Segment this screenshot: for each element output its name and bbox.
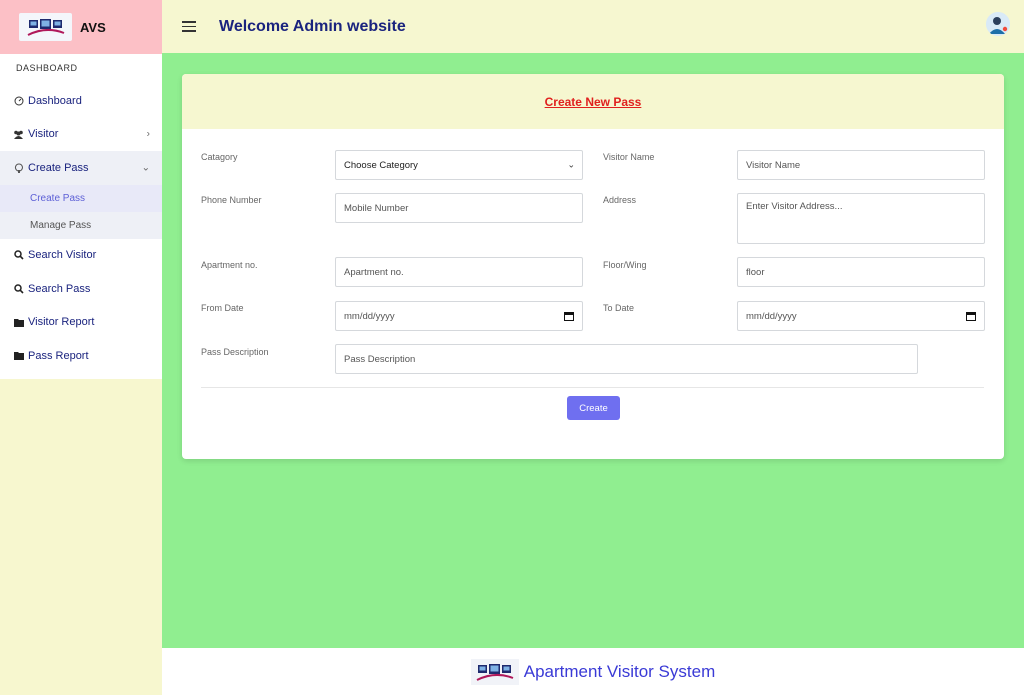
category-label: Catagory [201, 152, 238, 162]
sidebar-item-visitor[interactable]: Visitor › [0, 118, 162, 152]
brand-logo-icon [19, 13, 72, 41]
card-header: Create New Pass [182, 74, 1004, 129]
chevron-down-icon: ⌄ [141, 162, 150, 174]
to-date-input[interactable]: mm/dd/yyyy [737, 301, 985, 331]
sidebar-item-label: Search Visitor [28, 249, 97, 262]
floor-label: Floor/Wing [603, 260, 647, 270]
footer: Apartment Visitor System [162, 648, 1024, 695]
divider [201, 387, 984, 388]
apartment-label: Apartment no. [201, 260, 258, 270]
pass-icon [13, 162, 24, 173]
calendar-icon[interactable] [966, 311, 976, 321]
from-date-input[interactable]: mm/dd/yyyy [335, 301, 583, 331]
chevron-right-icon: › [146, 128, 150, 140]
phone-input[interactable]: Mobile Number [335, 193, 583, 223]
page-title: Welcome Admin website [219, 17, 406, 35]
top-header: Welcome Admin website [162, 0, 1024, 53]
sidebar-item-label: Visitor [28, 128, 59, 141]
from-date-placeholder: mm/dd/yyyy [344, 310, 395, 322]
sidebar-item-search-pass[interactable]: Search Pass [0, 272, 162, 306]
brand[interactable]: AVS [0, 0, 162, 54]
sidebar-item-create-pass[interactable]: Create Pass ⌄ [0, 151, 162, 185]
from-date-label: From Date [201, 303, 244, 313]
avatar[interactable] [986, 12, 1010, 36]
sidebar-item-label: Create Pass [28, 161, 89, 174]
apartment-placeholder: Apartment no. [344, 266, 404, 278]
sidebar-item-visitor-report[interactable]: Visitor Report [0, 306, 162, 340]
category-select[interactable]: Choose Category ⌄ [335, 150, 583, 180]
sidebar-item-pass-report[interactable]: Pass Report [0, 339, 162, 373]
create-button[interactable]: Create [567, 396, 620, 420]
address-placeholder: Enter Visitor Address... [746, 201, 843, 212]
sidebar-item-label: Visitor Report [28, 316, 95, 329]
create-pass-card: Create New Pass Catagory Choose Category… [182, 74, 1004, 459]
footer-title: Apartment Visitor System [523, 661, 716, 681]
form-title: Create New Pass [544, 94, 642, 109]
side-menu: DASHBOARD Dashboard Visitor › Create Pas… [0, 54, 162, 379]
sidebar: AVS DASHBOARD Dashboard Visitor › Create… [0, 0, 162, 695]
main-content: Create New Pass Catagory Choose Category… [162, 53, 1024, 648]
phone-placeholder: Mobile Number [344, 202, 409, 214]
sidebar-item-label: Pass Report [28, 349, 89, 362]
subitem-create-pass[interactable]: Create Pass [0, 184, 162, 212]
description-placeholder: Pass Description [344, 353, 416, 365]
description-input[interactable]: Pass Description [335, 344, 918, 374]
visitor-name-placeholder: Visitor Name [746, 159, 801, 171]
address-textarea[interactable]: Enter Visitor Address... [737, 193, 985, 244]
submenu: Create Pass Manage Pass [0, 184, 162, 239]
visitor-name-label: Visitor Name [603, 152, 655, 162]
category-value: Choose Category [344, 159, 418, 171]
chevron-down-icon: ⌄ [567, 159, 575, 170]
hamburger-menu-icon[interactable] [182, 21, 196, 32]
search-icon [13, 250, 24, 261]
floor-input[interactable]: floor [737, 257, 985, 287]
users-icon [13, 129, 24, 140]
apartment-input[interactable]: Apartment no. [335, 257, 583, 287]
sidebar-heading: DASHBOARD [16, 63, 78, 73]
sidebar-item-label: Dashboard [28, 94, 82, 107]
folder-icon [13, 350, 24, 361]
address-label: Address [603, 195, 637, 205]
to-date-label: To Date [603, 303, 635, 313]
sidebar-item-search-visitor[interactable]: Search Visitor [0, 239, 162, 273]
description-label: Pass Description [201, 347, 269, 357]
brand-name: AVS [80, 19, 106, 35]
phone-label: Phone Number [201, 195, 262, 205]
to-date-placeholder: mm/dd/yyyy [746, 310, 797, 322]
search-icon [13, 283, 24, 294]
sidebar-item-dashboard[interactable]: Dashboard [0, 84, 162, 118]
sidebar-item-label: Search Pass [28, 282, 91, 295]
folder-icon [13, 317, 24, 328]
footer-logo-icon [470, 658, 519, 685]
subitem-manage-pass[interactable]: Manage Pass [0, 212, 162, 239]
floor-placeholder: floor [746, 266, 765, 278]
calendar-icon[interactable] [564, 311, 574, 321]
dashboard-icon [13, 95, 24, 106]
visitor-name-input[interactable]: Visitor Name [737, 150, 985, 180]
